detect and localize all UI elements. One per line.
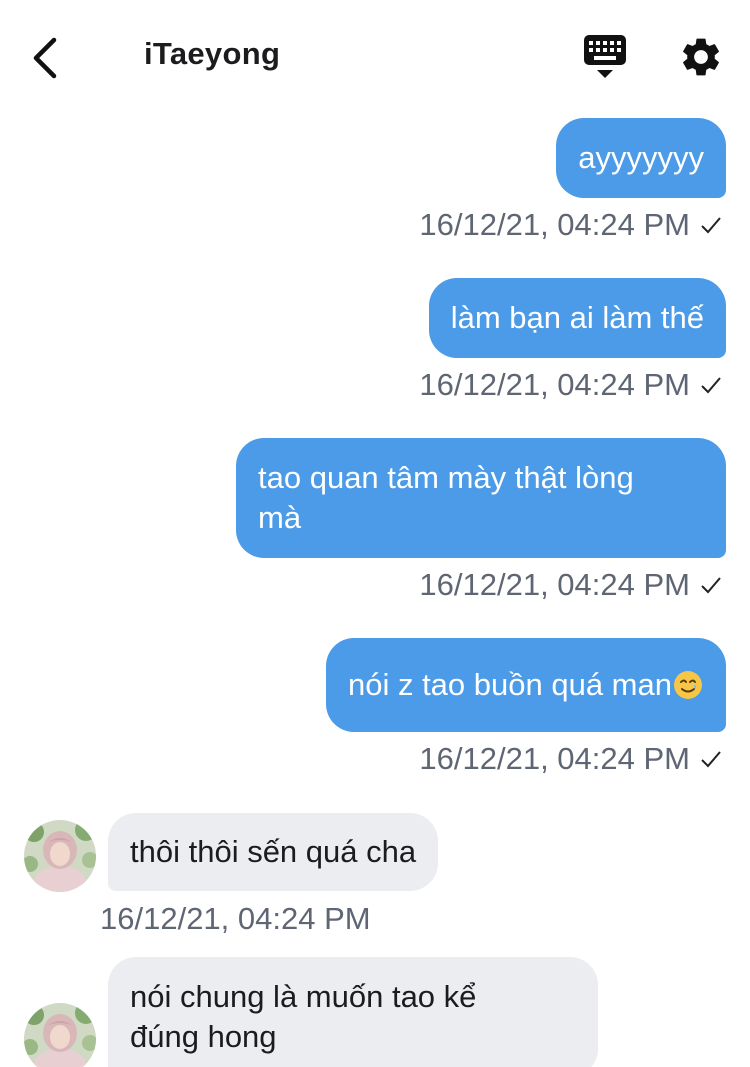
smiling-face-with-tear-icon: [674, 671, 702, 699]
chat-header: iTaeyong: [0, 0, 750, 110]
avatar[interactable]: [24, 1003, 96, 1067]
message-text: nói chung là muốn tao kể đúng hong: [130, 979, 477, 1054]
message-text: thôi thôi sến quá cha: [130, 834, 417, 869]
avatar-photo: [24, 1003, 96, 1067]
timestamp-text: 16/12/21, 04:24 PM: [419, 207, 690, 242]
message-text: ayyyyyyy: [578, 140, 704, 175]
check-icon: [701, 217, 721, 234]
chevron-left-icon: [33, 37, 57, 79]
message-timestamp: 16/12/21, 04:24 PM: [419, 567, 722, 603]
chat-screen: iTaeyong ayyyyyyy 16/12/21, 04:24 PM làm…: [0, 0, 750, 1067]
message-timestamp: 16/12/21, 04:24 PM: [419, 207, 722, 243]
gear-icon: [683, 38, 719, 76]
timestamp-text: 16/12/21, 04:24 PM: [419, 567, 690, 602]
message-timestamp: 16/12/21, 04:24 PM: [419, 741, 722, 777]
keyboard-toggle-button[interactable]: [580, 33, 632, 81]
timestamp-text: 16/12/21, 04:24 PM: [100, 901, 371, 936]
incoming-message-bubble[interactable]: thôi thôi sến quá cha: [108, 813, 439, 891]
message-timestamp: 16/12/21, 04:24 PM: [419, 367, 722, 403]
keyboard-icon: [584, 35, 626, 78]
timestamp-text: 16/12/21, 04:24 PM: [419, 741, 690, 776]
message-text: tao quan tâm mày thật lòng mà: [258, 460, 634, 535]
check-icon: [701, 377, 721, 394]
outgoing-message-bubble[interactable]: tao quan tâm mày thật lòng mà: [236, 438, 726, 558]
check-icon: [701, 577, 721, 594]
timestamp-text: 16/12/21, 04:24 PM: [419, 367, 690, 402]
avatar-photo: [24, 820, 96, 892]
outgoing-message-bubble[interactable]: nói z tao buồn quá man: [325, 638, 726, 732]
settings-button[interactable]: [678, 34, 724, 80]
avatar[interactable]: [24, 820, 96, 892]
incoming-message-bubble[interactable]: nói chung là muốn tao kể đúng hong: [108, 957, 598, 1067]
outgoing-message-bubble[interactable]: ayyyyyyy: [556, 118, 726, 198]
back-button[interactable]: [20, 30, 70, 86]
message-text: nói z tao buồn quá man: [347, 667, 672, 702]
conversation-title: iTaeyong: [144, 36, 281, 71]
message-timestamp: 16/12/21, 04:24 PM: [100, 901, 371, 937]
message-text: làm bạn ai làm thế: [450, 300, 704, 335]
check-icon: [701, 751, 721, 768]
outgoing-message-bubble[interactable]: làm bạn ai làm thế: [428, 278, 726, 358]
